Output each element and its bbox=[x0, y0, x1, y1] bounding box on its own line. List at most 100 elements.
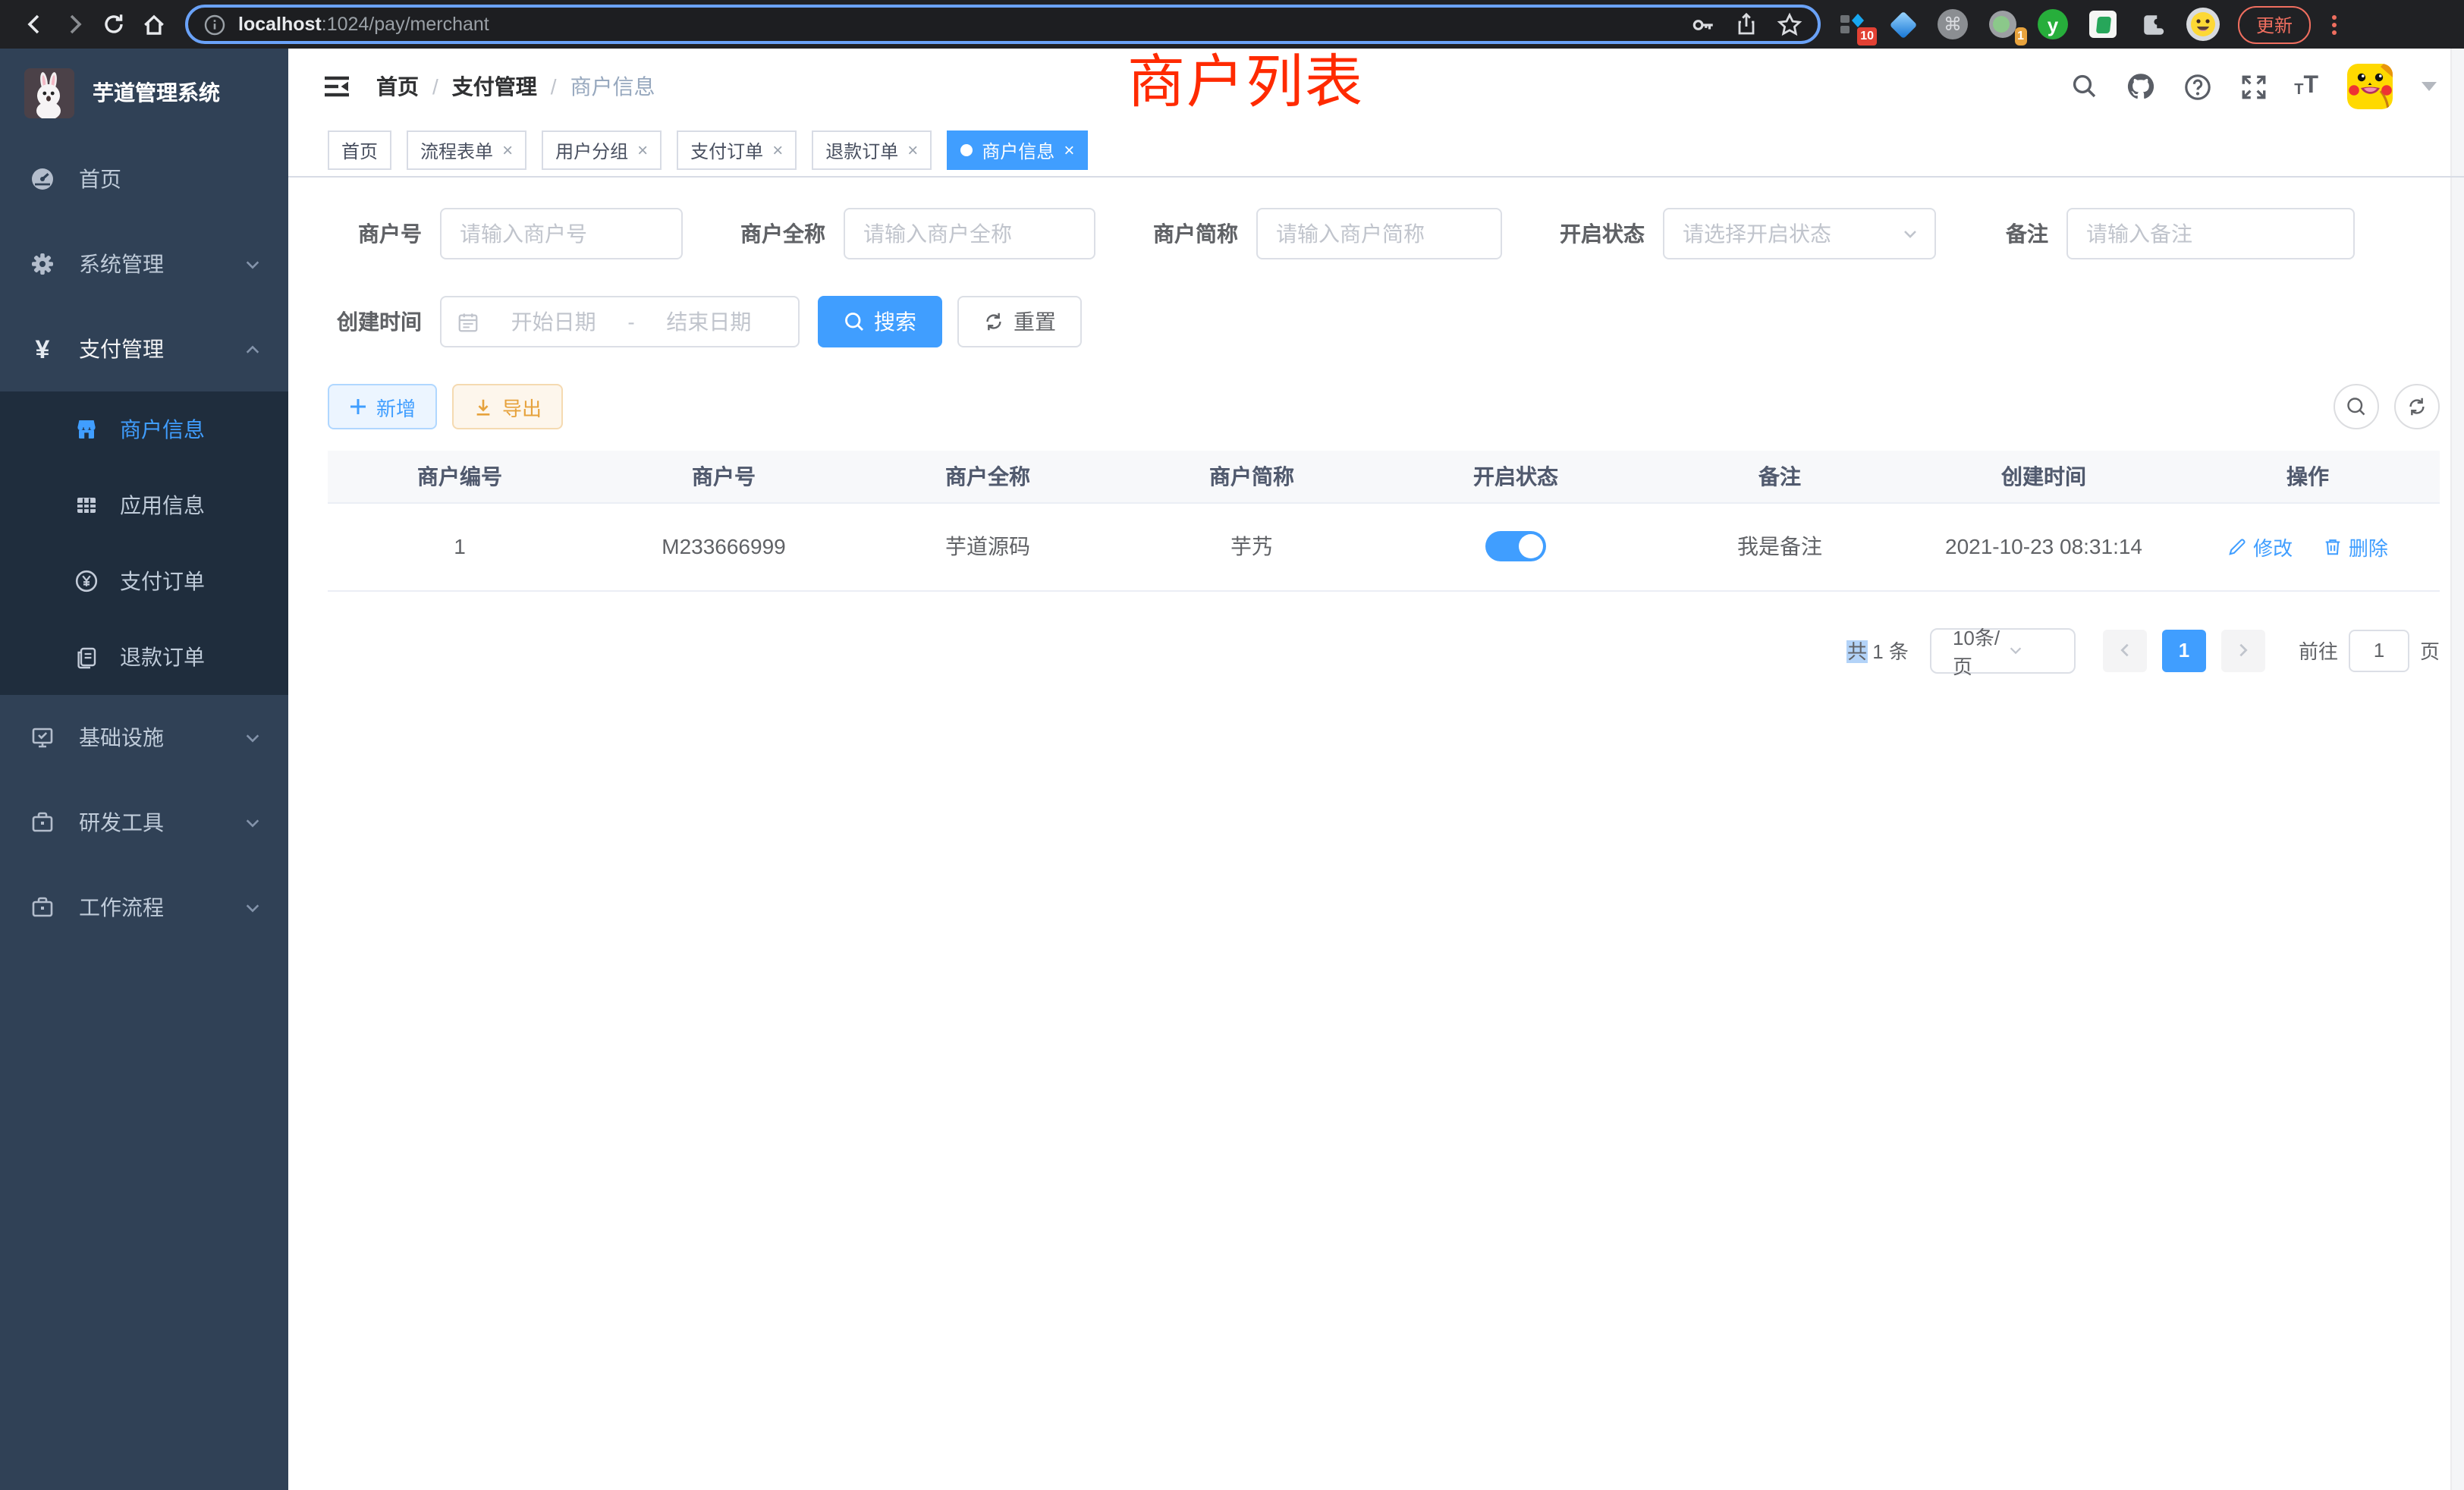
extension-gem-button[interactable] bbox=[1886, 8, 1919, 41]
browser-update-button[interactable]: 更新 bbox=[2238, 5, 2311, 43]
refresh-table-button[interactable] bbox=[2394, 384, 2440, 429]
sidebar-item-app-info[interactable]: 应用信息 bbox=[0, 467, 288, 543]
extension-blocks-button[interactable]: 10 bbox=[1836, 8, 1869, 41]
pay-circle-icon bbox=[74, 569, 99, 593]
extension-command-button[interactable]: ⌘ bbox=[1936, 8, 1969, 41]
sidebar-item-home[interactable]: 首页 bbox=[0, 137, 288, 222]
sidebar-collapse-button[interactable] bbox=[322, 71, 352, 102]
extensions-menu-button[interactable] bbox=[2136, 8, 2170, 41]
font-size-icon[interactable]: TT bbox=[2294, 74, 2318, 99]
bookmark-star-button[interactable] bbox=[1777, 11, 1802, 37]
close-icon[interactable]: × bbox=[637, 141, 648, 159]
search-button[interactable]: 搜索 bbox=[818, 296, 942, 347]
browser-forward-button[interactable] bbox=[55, 5, 94, 44]
field-label: 商户号 bbox=[328, 218, 422, 249]
tab-label: 退款订单 bbox=[825, 137, 898, 163]
toggle-knob bbox=[1519, 534, 1543, 558]
yen-icon: ¥ bbox=[30, 337, 55, 361]
toggle-search-button[interactable] bbox=[2334, 384, 2379, 429]
end-date-placeholder[interactable]: 结束日期 bbox=[635, 306, 783, 337]
filter-full-name: 商户全称 bbox=[731, 208, 1095, 259]
tab-label: 支付订单 bbox=[690, 137, 763, 163]
refresh-icon bbox=[2406, 396, 2428, 417]
page-number-1[interactable]: 1 bbox=[2162, 629, 2206, 671]
password-key-button[interactable] bbox=[1690, 11, 1716, 37]
url-path: :1024/pay/merchant bbox=[322, 14, 489, 35]
user-avatar[interactable] bbox=[2347, 64, 2393, 109]
key-icon bbox=[1690, 11, 1716, 37]
extension-notes-button[interactable] bbox=[2086, 8, 2120, 41]
briefcase-icon bbox=[30, 810, 55, 835]
goto-page-input[interactable] bbox=[2349, 629, 2409, 671]
sidebar-item-payment[interactable]: ¥ 支付管理 bbox=[0, 306, 288, 391]
browser-menu-button[interactable] bbox=[2323, 14, 2344, 34]
next-page-button[interactable] bbox=[2221, 629, 2265, 671]
page-size-select[interactable]: 10条/页 bbox=[1930, 627, 2076, 673]
date-range-picker[interactable]: 开始日期 - 结束日期 bbox=[440, 296, 800, 347]
edit-link[interactable]: 修改 bbox=[2227, 532, 2293, 561]
status-select[interactable]: 请选择开启状态 bbox=[1663, 208, 1936, 259]
add-button[interactable]: 新增 bbox=[328, 384, 437, 429]
breadcrumb-home[interactable]: 首页 bbox=[376, 71, 419, 102]
full-name-input[interactable] bbox=[844, 208, 1095, 259]
fullscreen-icon[interactable] bbox=[2238, 71, 2268, 102]
column-header: 商户全称 bbox=[856, 451, 1120, 502]
sidebar-item-system[interactable]: 系统管理 bbox=[0, 222, 288, 306]
tab-process-form[interactable]: 流程表单× bbox=[407, 130, 526, 170]
close-icon[interactable]: × bbox=[502, 141, 513, 159]
sidebar-item-refund-orders[interactable]: 退款订单 bbox=[0, 619, 288, 695]
close-icon[interactable]: × bbox=[907, 141, 918, 159]
export-button[interactable]: 导出 bbox=[452, 384, 563, 429]
github-icon[interactable] bbox=[2126, 71, 2156, 102]
header-search-button[interactable] bbox=[2070, 71, 2100, 102]
close-icon[interactable]: × bbox=[1064, 141, 1074, 159]
browser-profile-avatar[interactable] bbox=[2186, 8, 2220, 41]
tab-merchant-info[interactable]: 商户信息 × bbox=[947, 130, 1088, 170]
share-button[interactable] bbox=[1734, 12, 1758, 36]
sidebar-item-label: 商户信息 bbox=[120, 414, 205, 445]
help-icon[interactable] bbox=[2182, 71, 2212, 102]
prev-page-button[interactable] bbox=[2103, 629, 2147, 671]
tab-pay-orders[interactable]: 支付订单 × bbox=[677, 130, 797, 170]
tab-refund-orders[interactable]: 退款订单 × bbox=[812, 130, 932, 170]
tab-home[interactable]: 首页 bbox=[328, 130, 391, 170]
sidebar-item-workflow[interactable]: 工作流程 bbox=[0, 865, 288, 950]
start-date-placeholder[interactable]: 开始日期 bbox=[479, 306, 627, 337]
sidebar-logo[interactable]: 芋道管理系统 bbox=[0, 49, 288, 137]
browser-reload-button[interactable] bbox=[94, 5, 134, 44]
chevron-up-icon bbox=[244, 341, 261, 357]
sidebar-item-dev-tools[interactable]: 研发工具 bbox=[0, 780, 288, 865]
address-bar[interactable]: localhost:1024/pay/merchant bbox=[185, 5, 1821, 44]
delete-link[interactable]: 删除 bbox=[2323, 532, 2388, 561]
merchant-table: 商户编号 商户号 商户全称 商户简称 开启状态 备注 创建时间 操作 1 bbox=[328, 451, 2440, 591]
app-title: 芋道管理系统 bbox=[93, 77, 220, 108]
select-placeholder: 请选择开启状态 bbox=[1683, 218, 1901, 249]
short-name-input[interactable] bbox=[1256, 208, 1502, 259]
sidebar-item-infrastructure[interactable]: 基础设施 bbox=[0, 695, 288, 780]
main-panel: 商户列表 首页 / 支付管理 / 商户信息 bbox=[288, 49, 2464, 1490]
page-scrollbar[interactable] bbox=[2450, 49, 2464, 1490]
tab-label: 商户信息 bbox=[982, 137, 1054, 163]
arrow-right-icon bbox=[62, 12, 86, 36]
puzzle-icon bbox=[2140, 11, 2166, 37]
extension-recorder-button[interactable]: 1 bbox=[1986, 8, 2019, 41]
tab-user-group[interactable]: 用户分组× bbox=[542, 130, 662, 170]
reset-button[interactable]: 重置 bbox=[957, 296, 1082, 347]
column-header: 商户编号 bbox=[328, 451, 592, 502]
url-host: localhost bbox=[238, 14, 322, 35]
breadcrumb-separator: / bbox=[432, 74, 438, 99]
sidebar-item-pay-orders[interactable]: 支付订单 bbox=[0, 543, 288, 619]
breadcrumb-section[interactable]: 支付管理 bbox=[452, 71, 537, 102]
remark-input[interactable] bbox=[2066, 208, 2355, 259]
top-navbar: 首页 / 支付管理 / 商户信息 bbox=[288, 49, 2464, 124]
status-toggle[interactable] bbox=[1485, 531, 1546, 561]
sidebar-item-merchant-info[interactable]: 商户信息 bbox=[0, 391, 288, 467]
browser-home-button[interactable] bbox=[134, 5, 173, 44]
close-icon[interactable]: × bbox=[772, 141, 783, 159]
pagination-total: 共 1 条 bbox=[1847, 636, 1909, 665]
avatar-dropdown-caret[interactable] bbox=[2422, 82, 2437, 91]
merchant-no-input[interactable] bbox=[440, 208, 683, 259]
extension-yudao-button[interactable]: y bbox=[2036, 8, 2070, 41]
browser-back-button[interactable] bbox=[15, 5, 55, 44]
document-icon bbox=[74, 645, 99, 669]
